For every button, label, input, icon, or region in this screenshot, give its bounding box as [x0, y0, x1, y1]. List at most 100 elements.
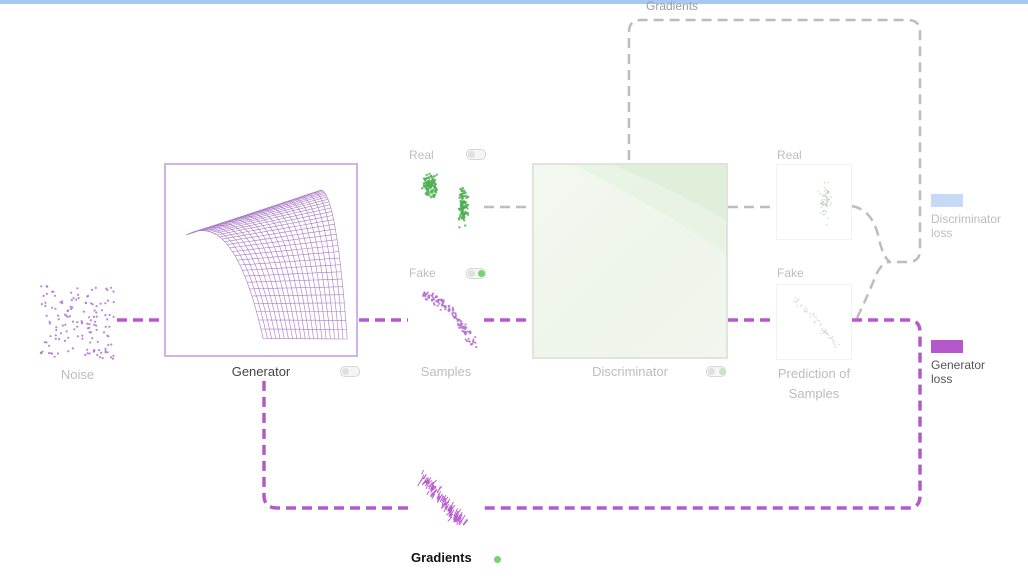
- prediction-fake-point: [824, 329, 827, 331]
- prediction-real-point: [820, 206, 823, 208]
- fake-point: [431, 293, 434, 296]
- real-point: [426, 188, 430, 191]
- fake-point: [454, 314, 458, 317]
- fake-point: [440, 304, 444, 307]
- noise-point: [112, 315, 115, 318]
- discriminator-loss-line1: Discriminator: [931, 212, 1002, 226]
- prediction-fake-point: [814, 316, 816, 319]
- real-point: [433, 182, 437, 185]
- generator-mesh-line: [307, 194, 340, 340]
- prediction-real-point: [826, 189, 829, 192]
- fake-point: [467, 337, 470, 340]
- noise-point: [57, 318, 60, 321]
- fake-point: [448, 307, 451, 310]
- noise-point: [109, 356, 112, 359]
- gradient-arrow: [421, 467, 425, 475]
- noise-point: [40, 303, 43, 306]
- noise-point: [59, 332, 62, 335]
- noise-point: [77, 293, 80, 296]
- discriminator-status-dot: [719, 368, 726, 375]
- noise-point: [76, 287, 79, 290]
- prediction-fake-point: [832, 342, 835, 345]
- discriminator-box[interactable]: [532, 163, 728, 359]
- connector-wires: [117, 18, 922, 510]
- prediction-fake-point: [795, 301, 798, 304]
- prediction-real-point: [819, 212, 822, 215]
- prediction-fake-point: [795, 304, 798, 307]
- noise-point: [88, 323, 91, 326]
- fake-point: [462, 330, 465, 333]
- real-point: [462, 201, 466, 204]
- noise-point: [95, 328, 98, 331]
- generator-box[interactable]: [164, 163, 358, 357]
- real-point: [459, 213, 462, 217]
- gradients-status-dot: [494, 556, 501, 563]
- prediction-real-point: [825, 224, 828, 226]
- real-point: [425, 183, 429, 186]
- prediction-fake-point: [809, 315, 812, 318]
- noise-point: [76, 325, 79, 328]
- noise-point: [88, 316, 91, 319]
- prediction-fake-point: [821, 329, 824, 332]
- noise-point: [70, 291, 73, 294]
- noise-point: [53, 355, 56, 358]
- real-point: [457, 207, 461, 210]
- noise-point: [104, 347, 107, 350]
- fake-point: [454, 316, 457, 319]
- noise-point: [88, 331, 91, 334]
- prediction-fake-point: [794, 297, 797, 299]
- noise-point: [106, 351, 109, 354]
- noise-point: [112, 290, 115, 293]
- prediction-real-scatter: [817, 181, 833, 226]
- noise-point: [104, 325, 107, 328]
- real-point: [460, 216, 463, 219]
- real-point: [463, 211, 466, 214]
- noise-point: [93, 349, 96, 352]
- noise-scatter: [39, 285, 115, 360]
- noise-point: [104, 314, 107, 317]
- real-samples-scatter: [420, 172, 470, 229]
- real-point: [431, 182, 434, 185]
- prediction-real-point: [823, 198, 826, 201]
- noise-point: [40, 285, 43, 288]
- prediction-fake-point: [831, 336, 834, 338]
- noise-point: [106, 318, 109, 321]
- fake-point: [435, 296, 438, 299]
- prediction-fake-point: [806, 308, 809, 311]
- fake-point: [432, 298, 435, 301]
- prediction-fake-point: [821, 327, 824, 330]
- prediction-fake-point: [809, 312, 812, 315]
- prediction-real-point: [820, 202, 823, 205]
- generator-mesh-line: [192, 228, 268, 339]
- prediction-real-point: [822, 200, 825, 203]
- noise-point: [94, 320, 97, 323]
- fake-point: [464, 330, 467, 333]
- generator-toggle[interactable]: [340, 366, 360, 377]
- real-point: [422, 177, 426, 180]
- noise-point: [101, 309, 104, 312]
- noise-point: [108, 325, 111, 328]
- prediction-fake-point: [812, 313, 815, 315]
- fake-samples-thumbnail: [408, 284, 484, 360]
- real-point: [425, 186, 428, 189]
- noise-point: [95, 315, 98, 318]
- fake-point: [464, 338, 467, 341]
- generator-mesh-line: [280, 202, 323, 339]
- fake-point: [460, 325, 463, 328]
- real-point: [458, 226, 461, 229]
- fake-point: [447, 305, 450, 308]
- real-point: [432, 195, 436, 199]
- real-point: [425, 191, 428, 194]
- noise-point: [44, 301, 47, 304]
- prediction-real-point: [822, 194, 825, 197]
- noise-point: [66, 310, 69, 313]
- real-point: [466, 213, 470, 216]
- noise-point: [99, 302, 102, 305]
- real-toggle[interactable]: [466, 149, 486, 160]
- real-point: [460, 195, 463, 198]
- noise-point: [80, 321, 84, 325]
- noise-point: [90, 302, 93, 305]
- fake-point: [471, 342, 474, 345]
- prediction-fake-point: [803, 309, 806, 311]
- prediction-label-line1: Prediction of: [777, 366, 851, 381]
